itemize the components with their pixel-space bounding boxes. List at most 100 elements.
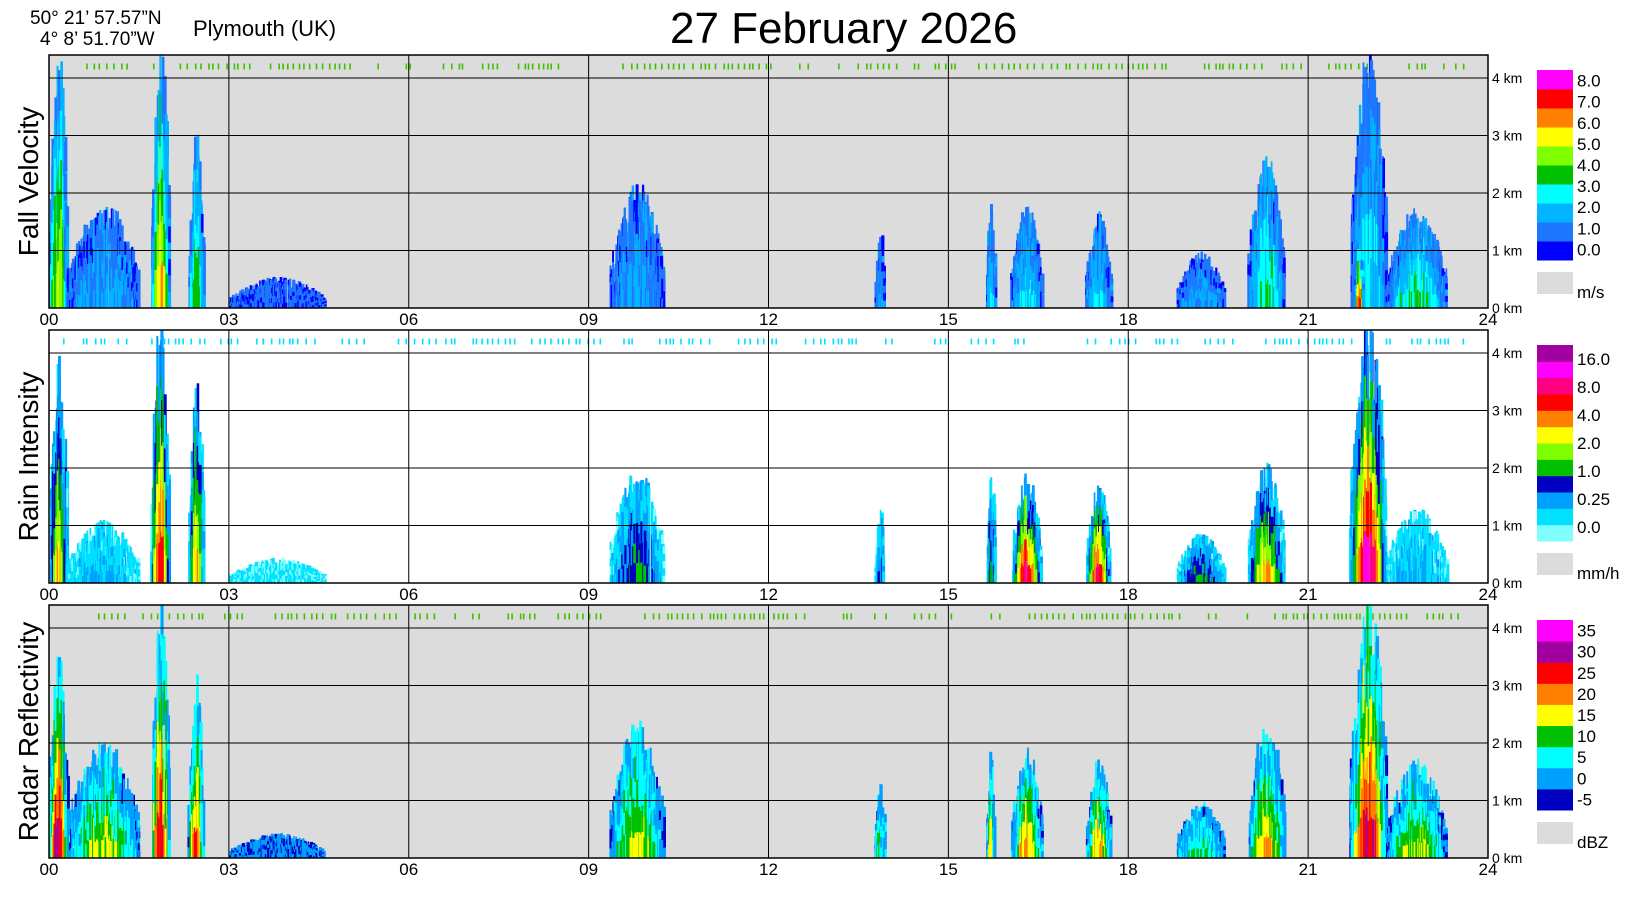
echo-strip — [1039, 291, 1042, 300]
clutter-dot — [832, 338, 835, 345]
echo-strip — [1432, 281, 1435, 295]
echo-strip — [1399, 245, 1402, 262]
echo-strip — [275, 279, 278, 286]
echo-strip — [1406, 251, 1409, 271]
echo-strip — [1391, 265, 1393, 277]
clutter-dot — [338, 63, 341, 70]
echo-strip — [99, 210, 102, 230]
echo-strip — [1110, 290, 1114, 297]
clutter-dot — [743, 63, 746, 70]
echo-strip — [1039, 283, 1042, 292]
clutter-dot — [882, 63, 885, 70]
clutter-dot — [1444, 338, 1446, 345]
echo-strip — [990, 262, 993, 278]
echo-strip — [324, 300, 327, 303]
echo-strip — [1393, 273, 1396, 286]
clutter-dot — [1110, 338, 1112, 345]
clutter-dot — [1019, 63, 1021, 70]
echo-strip — [80, 252, 83, 267]
echo-strip — [1384, 213, 1389, 233]
echo-strip — [154, 117, 157, 156]
echo-strip — [1393, 250, 1396, 263]
clutter-dot — [1239, 63, 1242, 70]
echo-strip — [78, 566, 81, 575]
echo-strip — [242, 291, 245, 296]
clutter-dot — [1121, 63, 1123, 70]
clutter-dot — [1335, 63, 1337, 70]
echo-strip — [663, 283, 666, 292]
clutter-dot — [1065, 63, 1068, 70]
legend-value: 0.0 — [1577, 240, 1601, 259]
clutter-dot — [256, 338, 258, 345]
echo-strip — [251, 290, 254, 295]
x-tick-label: 21 — [1299, 310, 1318, 329]
echo-strip — [109, 275, 111, 292]
clutter-dot — [492, 63, 494, 70]
echo-strip — [990, 292, 993, 308]
clutter-dot — [1077, 63, 1079, 70]
clutter-dot — [1056, 63, 1059, 70]
echo-strip — [663, 299, 666, 308]
clutter-dot — [315, 63, 318, 70]
clutter-dot — [848, 338, 850, 345]
x-tick-label: 03 — [219, 310, 238, 329]
echo-strip — [1399, 229, 1402, 246]
echo-strip — [1445, 295, 1448, 302]
clutter-dot — [683, 63, 685, 70]
clutter-dot — [1023, 338, 1025, 345]
echo-strip — [1270, 161, 1273, 191]
echo-strip — [642, 221, 645, 244]
clutter-dot — [723, 63, 726, 70]
echo-strip — [71, 565, 74, 572]
clutter-dot — [270, 338, 273, 345]
clutter-dot — [658, 338, 661, 345]
echo-strip — [267, 296, 270, 303]
echo-strip — [137, 269, 141, 278]
echo-strip — [242, 301, 245, 305]
clutter-dot — [233, 63, 236, 70]
clutter-dot — [748, 63, 751, 70]
echo-strip — [1207, 299, 1210, 308]
clutter-dot — [1108, 63, 1110, 70]
echo-strip — [189, 272, 193, 291]
clutter-dot — [421, 338, 424, 345]
echo-strip — [96, 277, 99, 293]
echo-strip — [1110, 302, 1114, 308]
echo-strip — [292, 292, 295, 297]
legend-swatch — [1537, 203, 1573, 223]
clutter-dot — [672, 63, 675, 70]
clutter-dot — [939, 338, 942, 345]
echo-strip — [267, 284, 270, 291]
echo-strip — [102, 573, 105, 583]
echo-strip — [199, 161, 202, 191]
clutter-dot — [661, 63, 663, 70]
echo-strip — [275, 302, 278, 308]
echo-strip — [1107, 277, 1110, 288]
echo-strip — [96, 262, 99, 278]
clutter-dot — [643, 63, 646, 70]
echo-strip — [1282, 290, 1286, 300]
echo-strip — [53, 120, 56, 158]
echo-strip — [1039, 299, 1042, 308]
echo-strip — [324, 299, 327, 301]
echo-strip — [1107, 256, 1110, 267]
clutter-dot — [770, 63, 772, 70]
clutter-dot — [1462, 63, 1465, 70]
clutter-dot — [944, 338, 947, 345]
clutter-dot — [208, 63, 210, 70]
echo-strip — [308, 289, 311, 294]
clutter-dot — [174, 338, 177, 345]
echo-strip — [1223, 288, 1227, 293]
clutter-dot — [1158, 338, 1161, 345]
clutter-dot — [86, 63, 88, 70]
clutter-dot — [1389, 338, 1391, 345]
echo-strip — [63, 173, 67, 201]
clutter-dot — [758, 63, 760, 70]
echo-strip — [642, 264, 645, 287]
clutter-dot — [691, 338, 694, 345]
echo-strip — [1443, 295, 1446, 302]
echo-strip — [53, 270, 56, 308]
clutter-dot — [226, 63, 228, 70]
clutter-dot — [704, 63, 707, 70]
clutter-dot — [665, 338, 668, 345]
